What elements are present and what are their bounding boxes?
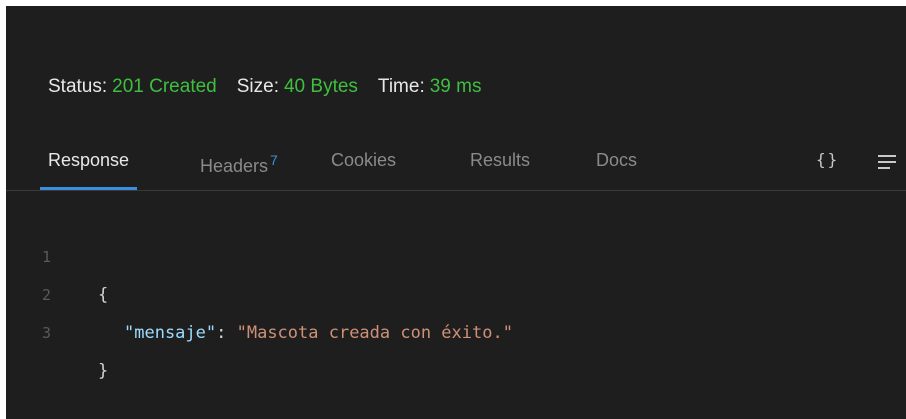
tab-docs-label: Docs — [596, 150, 638, 170]
tab-docs[interactable]: Docs — [596, 146, 637, 190]
json-key: "mensaje" — [124, 323, 217, 343]
tab-response-label: Response — [48, 150, 130, 170]
time-value: 39 ms — [429, 76, 482, 97]
response-body: 1 { 2 "mensaje": "Mascota creada con éxi… — [6, 200, 906, 381]
size-label: Size: — [236, 76, 279, 97]
response-tabs: Response Headers 7 Cookies Results Docs {… — [6, 146, 906, 191]
status-bar: Status: 201 Created Size: 40 Bytes Time:… — [48, 76, 501, 98]
status-group: Status: 201 Created — [48, 76, 217, 98]
tab-response[interactable]: Response — [40, 146, 138, 190]
tab-results-label: Results — [470, 150, 531, 170]
menu-icon[interactable] — [874, 146, 900, 174]
time-group: Time: 39 ms — [378, 76, 482, 98]
status-label: Status: — [48, 76, 108, 97]
json-close-brace: } — [98, 361, 109, 381]
tab-headers-label: Headers — [200, 156, 269, 176]
json-string-value: "Mascota creada con éxito." — [236, 323, 513, 343]
active-tab-indicator — [40, 187, 138, 190]
status-value: 201 Created — [112, 76, 217, 97]
tab-cookies[interactable]: Cookies — [331, 146, 396, 190]
json-separator: : — [216, 323, 237, 343]
response-panel: Status: 201 Created Size: 40 Bytes Time:… — [6, 6, 906, 419]
size-value: 40 Bytes — [283, 76, 358, 97]
menu-icon-bar — [878, 161, 896, 163]
line-number: 3 — [42, 324, 52, 342]
menu-icon-bar — [878, 155, 896, 157]
tab-headers[interactable]: Headers 7 — [200, 146, 278, 190]
braces-icon[interactable]: {} — [816, 146, 839, 174]
tab-results[interactable]: Results — [470, 146, 530, 190]
tab-cookies-label: Cookies — [331, 150, 397, 170]
code-line: 1 { — [6, 200, 906, 305]
headers-count-badge: 7 — [270, 152, 278, 168]
code-line: 3 } — [6, 276, 906, 381]
menu-icon-bar — [878, 167, 890, 169]
time-label: Time: — [377, 76, 425, 97]
code-line: 2 "mensaje": "Mascota creada con éxito." — [6, 238, 906, 343]
size-group: Size: 40 Bytes — [237, 76, 358, 98]
json-entry: "mensaje": "Mascota creada con éxito." — [124, 314, 513, 352]
